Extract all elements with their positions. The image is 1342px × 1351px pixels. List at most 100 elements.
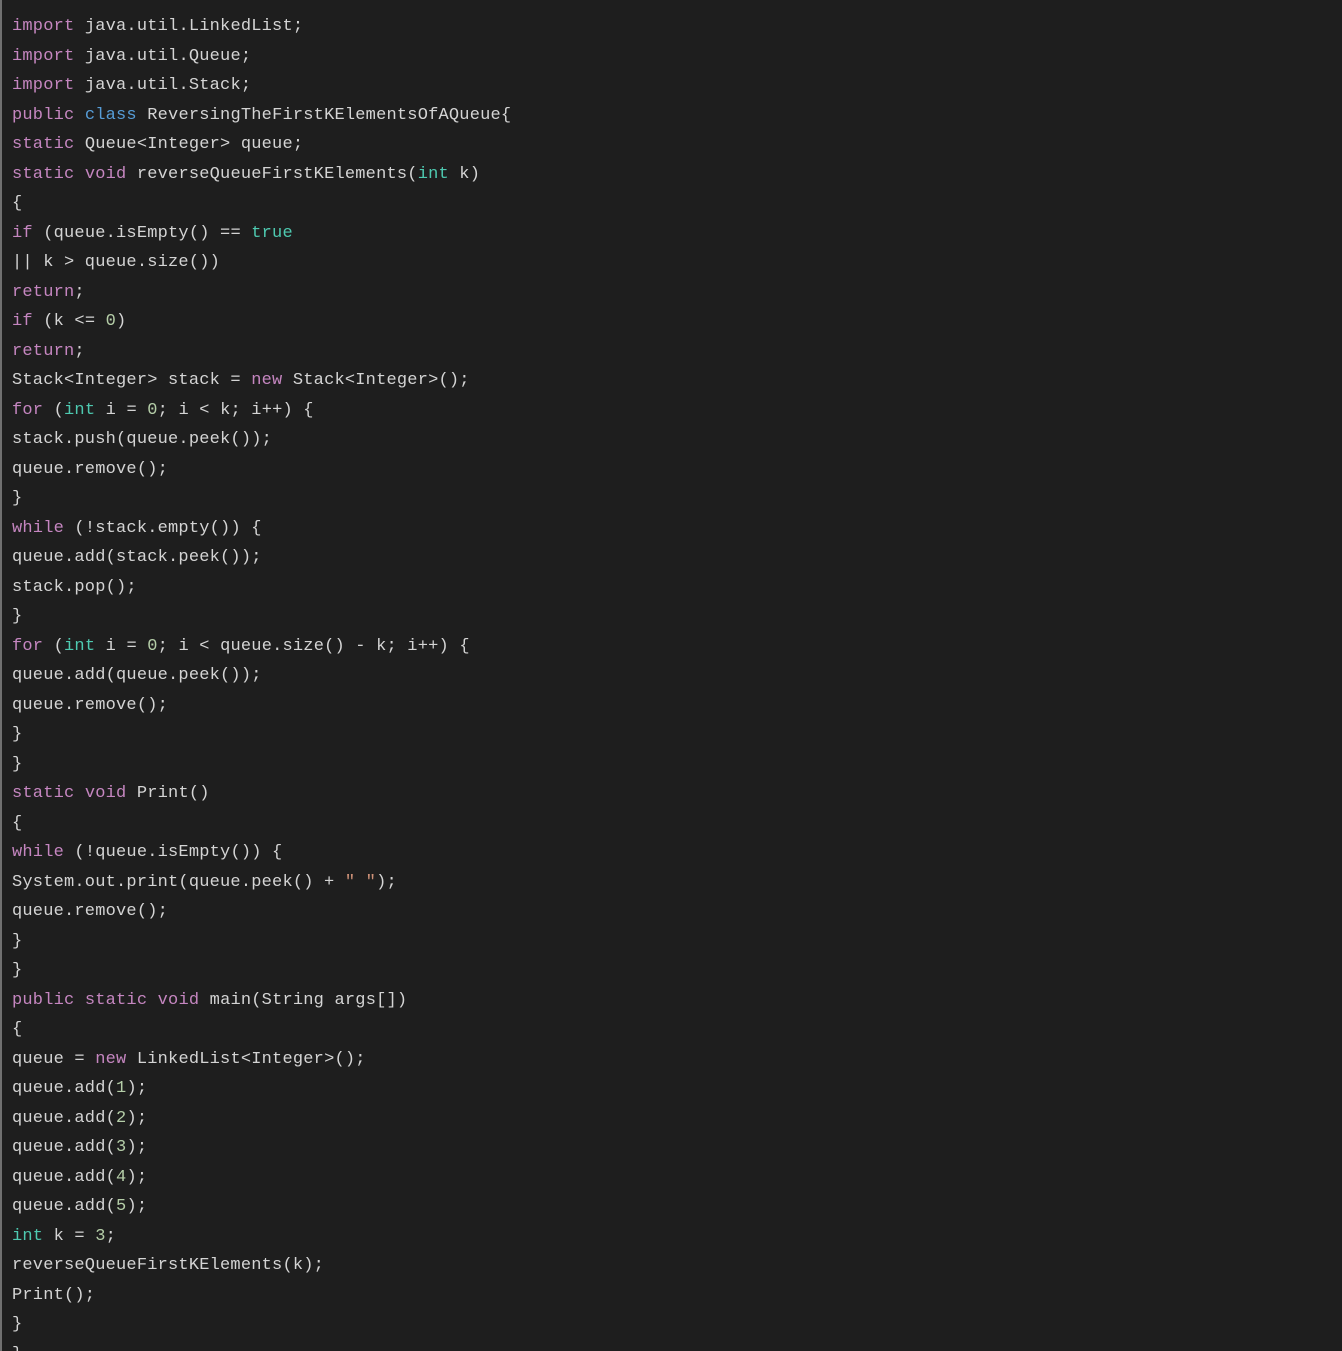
code-token: 2 <box>116 1109 126 1128</box>
code-line: stack.pop(); <box>12 578 137 597</box>
code-token: int <box>64 401 95 420</box>
code-token: ; i < queue.size() - k; i++) { <box>158 637 470 656</box>
code-token: 1 <box>116 1079 126 1098</box>
code-token: public <box>12 991 74 1010</box>
code-token: main(String args[]) <box>199 991 407 1010</box>
code-token: ; i < k; i++) { <box>158 401 314 420</box>
code-token <box>147 991 157 1010</box>
code-token: } <box>12 607 22 626</box>
code-token: reverseQueueFirstKElements( <box>126 165 417 184</box>
code-token: queue.add(queue.peek()); <box>12 666 262 685</box>
code-token: queue.remove(); <box>12 696 168 715</box>
code-token: 0 <box>106 312 116 331</box>
code-token: static <box>12 135 74 154</box>
code-token: { <box>12 194 22 213</box>
code-token: 0 <box>147 401 157 420</box>
code-token <box>74 991 84 1010</box>
code-token: java.util.Queue; <box>74 47 251 66</box>
code-token: void <box>85 784 127 803</box>
code-token: Queue<Integer> queue; <box>74 135 303 154</box>
code-line: static Queue<Integer> queue; <box>12 135 303 154</box>
code-token: ( <box>43 637 64 656</box>
code-line: queue.add(5); <box>12 1197 147 1216</box>
code-token: queue.add( <box>12 1079 116 1098</box>
code-token: new <box>251 371 282 390</box>
code-token: true <box>251 224 293 243</box>
code-token: ; <box>106 1227 116 1246</box>
code-line: Print(); <box>12 1286 95 1305</box>
code-token: reverseQueueFirstKElements(k); <box>12 1256 324 1275</box>
code-token: ; <box>74 342 84 361</box>
code-token: stack.pop(); <box>12 578 137 597</box>
code-token: } <box>12 725 22 744</box>
code-token: Stack<Integer>(); <box>282 371 469 390</box>
code-line: if (k <= 0) <box>12 312 126 331</box>
code-line: public static void main(String args[]) <box>12 991 407 1010</box>
code-token <box>74 784 84 803</box>
code-token: 4 <box>116 1168 126 1187</box>
code-line: } <box>12 932 22 951</box>
code-token: java.util.Stack; <box>74 76 251 95</box>
code-token: public <box>12 106 74 125</box>
code-token: import <box>12 76 74 95</box>
code-token: int <box>418 165 449 184</box>
code-token: return <box>12 342 74 361</box>
code-token: ReversingTheFirstKElementsOfAQueue{ <box>137 106 511 125</box>
code-line: { <box>12 194 22 213</box>
code-token: (!stack.empty()) { <box>64 519 262 538</box>
code-token: 3 <box>95 1227 105 1246</box>
code-token: ; <box>74 283 84 302</box>
code-line: queue.add(4); <box>12 1168 147 1187</box>
code-line: import java.util.Stack; <box>12 76 251 95</box>
code-token: queue.remove(); <box>12 902 168 921</box>
code-line: queue.add(1); <box>12 1079 147 1098</box>
code-line: } <box>12 1345 22 1351</box>
code-token: } <box>12 932 22 951</box>
code-token: import <box>12 47 74 66</box>
code-line: System.out.print(queue.peek() + " "); <box>12 873 397 892</box>
code-line: for (int i = 0; i < queue.size() - k; i+… <box>12 637 470 656</box>
code-line: while (!stack.empty()) { <box>12 519 262 538</box>
code-line: queue.add(stack.peek()); <box>12 548 262 567</box>
code-token: ); <box>126 1197 147 1216</box>
code-token: new <box>95 1050 126 1069</box>
code-token: void <box>85 165 127 184</box>
code-line: queue.add(3); <box>12 1138 147 1157</box>
code-line: Stack<Integer> stack = new Stack<Integer… <box>12 371 470 390</box>
code-token: queue.add( <box>12 1109 116 1128</box>
code-line: || k > queue.size()) <box>12 253 220 272</box>
code-token: queue.add(stack.peek()); <box>12 548 262 567</box>
code-token: queue.add( <box>12 1138 116 1157</box>
code-line: static void Print() <box>12 784 210 803</box>
code-line: stack.push(queue.peek()); <box>12 430 272 449</box>
code-line: public class ReversingTheFirstKElementsO… <box>12 106 511 125</box>
code-line: { <box>12 814 22 833</box>
code-line: queue = new LinkedList<Integer>(); <box>12 1050 366 1069</box>
code-token: stack.push(queue.peek()); <box>12 430 272 449</box>
code-token: i = <box>95 637 147 656</box>
code-line: for (int i = 0; i < k; i++) { <box>12 401 314 420</box>
code-line: return; <box>12 342 85 361</box>
code-line: queue.remove(); <box>12 460 168 479</box>
code-token: (!queue.isEmpty()) { <box>64 843 282 862</box>
code-token: LinkedList<Integer>(); <box>126 1050 365 1069</box>
code-token: 3 <box>116 1138 126 1157</box>
code-line: int k = 3; <box>12 1227 116 1246</box>
code-token: queue.add( <box>12 1197 116 1216</box>
code-token: System.out.print(queue.peek() + <box>12 873 345 892</box>
code-token: if <box>12 312 33 331</box>
code-token: } <box>12 961 22 980</box>
code-token: void <box>158 991 200 1010</box>
code-token: i = <box>95 401 147 420</box>
code-line: queue.remove(); <box>12 902 168 921</box>
code-line: } <box>12 489 22 508</box>
code-block: import java.util.LinkedList; import java… <box>2 0 1342 1351</box>
code-token: ); <box>376 873 397 892</box>
code-token: } <box>12 1345 22 1351</box>
code-token: { <box>12 1020 22 1039</box>
code-line: queue.remove(); <box>12 696 168 715</box>
code-token: ); <box>126 1168 147 1187</box>
code-token: Print(); <box>12 1286 95 1305</box>
code-line: while (!queue.isEmpty()) { <box>12 843 282 862</box>
code-token: Print() <box>126 784 209 803</box>
